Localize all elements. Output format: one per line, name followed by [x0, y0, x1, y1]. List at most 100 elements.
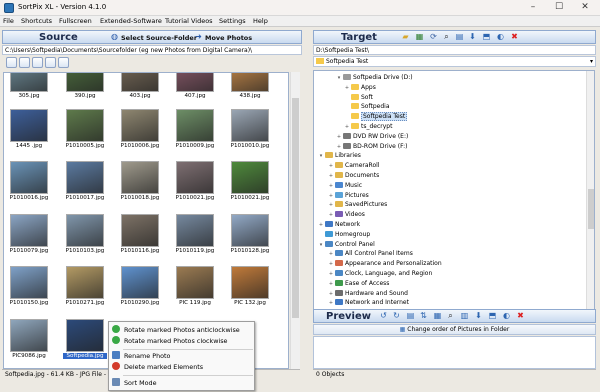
tree-node[interactable]: Softpedia — [344, 102, 390, 112]
target-folder-dropdown[interactable]: Softpedia Test ▾ — [313, 56, 596, 67]
import-icon[interactable]: ▦ — [414, 32, 425, 43]
deselect-icon[interactable] — [19, 57, 30, 68]
select-all-icon[interactable] — [6, 57, 17, 68]
maximize-button[interactable]: ☐ — [546, 0, 572, 15]
thumbnail-item[interactable]: 407.jpg — [173, 73, 217, 101]
tree-node[interactable]: + Documents — [328, 171, 379, 181]
back-icon[interactable]: ◐ — [495, 32, 506, 43]
change-order-button[interactable]: ▦ Change order of Pictures in Folder — [313, 324, 596, 335]
tree-node[interactable]: + Videos — [328, 210, 365, 220]
thumbnail-item[interactable]: P1010103.jpg — [63, 214, 107, 256]
settings-icon[interactable] — [58, 57, 69, 68]
tree-node[interactable]: Homegroup — [318, 230, 370, 240]
tree-node[interactable]: + Appearance and Personalization — [328, 259, 442, 269]
expand-toggle-icon[interactable]: ▾ — [336, 73, 342, 83]
menu-tutorial-videos[interactable]: Tutorial Videos — [165, 17, 213, 25]
menu-shortcuts[interactable]: Shortcuts — [21, 17, 52, 25]
expand-toggle-icon[interactable]: + — [344, 122, 350, 132]
tree-node[interactable]: Soft — [344, 93, 373, 103]
expand-toggle-icon[interactable]: + — [344, 83, 350, 93]
down-icon[interactable]: ⬇ — [467, 32, 478, 43]
preview-grid-icon[interactable]: ▦ — [432, 311, 443, 322]
expand-toggle-icon[interactable]: ▾ — [318, 240, 324, 250]
delete-folder-icon[interactable]: ✖ — [509, 32, 520, 43]
ctx-rotate-anticlockwise[interactable]: Rotate marked Photos anticlockwise — [112, 325, 240, 336]
menu-extended-software[interactable]: Extended-Software — [100, 17, 162, 25]
tree-node[interactable]: + Clock, Language, and Region — [328, 269, 432, 279]
thumbnail-item[interactable]: P1010016.jpg — [7, 161, 51, 203]
preview-copy-icon[interactable]: ⬇ — [473, 311, 484, 322]
thumbnail-item[interactable]: P1010021.jpg — [173, 161, 217, 203]
tree-node[interactable]: + SavedPictures — [328, 200, 387, 210]
preview-delete-icon[interactable]: ✖ — [515, 311, 526, 322]
thumbnail-item[interactable]: P1010119.jpg — [173, 214, 217, 256]
preview-sort-icon[interactable]: ⇅ — [418, 311, 429, 322]
thumbnail-item[interactable]: P1010116.jpg — [118, 214, 162, 256]
ctx-rotate-clockwise[interactable]: Rotate marked Photos clockwise — [112, 336, 227, 347]
thumbnail-item[interactable]: P1010018.jpg — [118, 161, 162, 203]
tree-node[interactable]: ▾ Control Panel — [318, 240, 375, 250]
thumbnail-item[interactable]: 403.jpg — [118, 73, 162, 101]
thumbnail-item[interactable]: 438.jpg — [228, 73, 272, 101]
tree-node[interactable]: + Music — [328, 181, 362, 191]
preview-move-icon[interactable]: ▥ — [459, 311, 470, 322]
expand-toggle-icon[interactable]: + — [328, 269, 334, 279]
expand-toggle-icon[interactable]: + — [328, 200, 334, 210]
tree-node[interactable]: + CameraRoll — [328, 161, 379, 171]
expand-toggle-icon[interactable]: + — [328, 181, 334, 191]
expand-toggle-icon[interactable]: + — [328, 210, 334, 220]
sort-icon[interactable] — [32, 57, 43, 68]
tree-node[interactable]: + ts_decrypt — [344, 122, 392, 132]
expand-toggle-icon[interactable]: + — [328, 171, 334, 181]
tree-node[interactable]: + BD-ROM Drive (F:) — [336, 142, 407, 152]
tree-node[interactable]: + DVD RW Drive (E:) — [336, 132, 408, 142]
select-source-folder-button[interactable]: Select Source-Folder — [121, 34, 197, 42]
menu-fullscreen[interactable]: Fullscreen — [59, 17, 92, 25]
expand-toggle-icon[interactable]: + — [328, 191, 334, 201]
ctx-rename-photo[interactable]: Rename Photo — [112, 351, 170, 362]
thumbnail-item[interactable]: P1010150.jpg — [7, 266, 51, 308]
source-scroll-thumb[interactable] — [292, 98, 299, 318]
thumbnail-item[interactable]: P1010271.jpg — [63, 266, 107, 308]
thumbnail-item[interactable]: PIC 119.jpg — [173, 266, 217, 308]
thumbnail-item[interactable]: 305.jpg — [7, 73, 51, 101]
tree-node[interactable]: Softpedia Test — [344, 112, 408, 122]
menu-file[interactable]: File — [3, 17, 14, 25]
thumbnail-item[interactable]: PIC9086.jpg — [7, 319, 51, 361]
expand-toggle-icon[interactable]: + — [328, 279, 334, 289]
preview-up-icon[interactable]: ⬒ — [487, 311, 498, 322]
tree-scrollbar[interactable] — [586, 71, 594, 309]
thumbnail-item[interactable]: PIC 132.jpg — [228, 266, 272, 308]
preview-back-icon[interactable]: ↺ — [378, 311, 389, 322]
tree-scroll-thumb[interactable] — [588, 189, 594, 229]
thumbnail-item[interactable]: P1010005.jpg — [63, 109, 107, 151]
tree-node[interactable]: + Hardware and Sound — [328, 289, 408, 299]
expand-toggle-icon[interactable]: ▾ — [318, 151, 324, 161]
thumbnail-item[interactable]: P1010290.jpg — [118, 266, 162, 308]
expand-toggle-icon[interactable]: + — [318, 220, 324, 230]
thumbnail-item[interactable]: P1010017.jpg — [63, 161, 107, 203]
expand-toggle-icon[interactable]: + — [328, 289, 334, 299]
thumbnail-item[interactable]: P1010128.jpg — [228, 214, 272, 256]
new-folder-icon[interactable]: ▰ — [400, 32, 411, 43]
expand-toggle-icon[interactable]: + — [328, 259, 334, 269]
tree-node[interactable]: + Network — [318, 220, 360, 230]
expand-toggle-icon[interactable]: + — [328, 298, 334, 308]
expand-toggle-icon[interactable]: + — [336, 132, 342, 142]
folder-up-icon[interactable]: ⬒ — [481, 32, 492, 43]
refresh-icon[interactable]: ⟳ — [428, 32, 439, 43]
thumbnail-item[interactable]: 1445 .jpg — [7, 109, 51, 151]
tree-node[interactable]: + Network and Internet — [328, 298, 409, 308]
preview-search-icon[interactable]: ⌕ — [445, 311, 456, 322]
move-photos-button[interactable]: Move Photos — [205, 34, 252, 42]
tree-node[interactable]: + Pictures — [328, 191, 369, 201]
expand-toggle-icon[interactable]: + — [328, 249, 334, 259]
tree-node[interactable]: ▾ Softpedia Drive (D:) — [336, 73, 413, 83]
menu-help[interactable]: Help — [253, 17, 268, 25]
ctx-delete-marked[interactable]: Delete marked Elements — [112, 362, 203, 373]
thumbnail-item[interactable]: P1010010.jpg — [228, 109, 272, 151]
tree-node[interactable]: ▾ Libraries — [318, 151, 361, 161]
ctx-sort-mode[interactable]: Sort Mode — [112, 378, 157, 389]
thumbnail-item[interactable]: P1010021.jpg — [228, 161, 272, 203]
search-icon[interactable]: ⌕ — [441, 32, 452, 43]
